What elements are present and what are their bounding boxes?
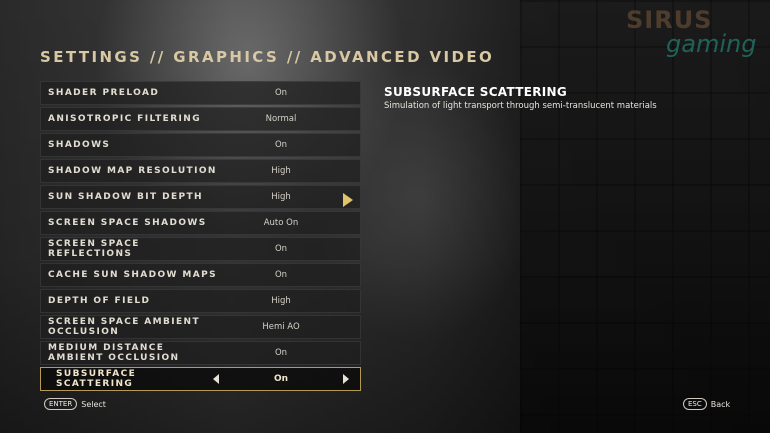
setting-value: On — [274, 88, 288, 98]
settings-menu: SHADER PRELOAD On ANISOTROPIC FILTERING … — [40, 81, 361, 393]
setting-value: On — [274, 244, 288, 254]
setting-row-screen-space-ambient-occlusion[interactable]: SCREEN SPACE AMBIENT OCCLUSION Hemi AO — [40, 315, 361, 339]
setting-row-screen-space-reflections[interactable]: SCREEN SPACE REFLECTIONS On — [40, 237, 361, 261]
description-text: Simulation of light transport through se… — [384, 101, 657, 111]
setting-row-screen-space-shadows[interactable]: SCREEN SPACE SHADOWS Auto On — [40, 211, 361, 235]
setting-value: High — [271, 166, 291, 176]
setting-label: SCREEN SPACE AMBIENT OCCLUSION — [48, 317, 201, 337]
setting-value: On — [273, 374, 289, 384]
setting-value: On — [274, 140, 288, 150]
setting-row-anisotropic-filtering[interactable]: ANISOTROPIC FILTERING Normal — [40, 107, 361, 131]
setting-value: Normal — [265, 114, 297, 124]
select-hint[interactable]: ENTER Select — [44, 398, 106, 410]
setting-value: On — [274, 348, 288, 358]
enter-key-icon: ENTER — [44, 398, 78, 410]
mouse-cursor-icon — [343, 193, 353, 207]
setting-label: SCREEN SPACE SHADOWS — [48, 218, 207, 228]
setting-label: SCREEN SPACE REFLECTIONS — [48, 239, 140, 259]
page-title: SETTINGS // GRAPHICS // ADVANCED VIDEO — [40, 48, 495, 66]
setting-label: MEDIUM DISTANCE AMBIENT OCCLUSION — [48, 343, 180, 363]
setting-row-shadow-map-resolution[interactable]: SHADOW MAP RESOLUTION High — [40, 159, 361, 183]
setting-label: SUN SHADOW BIT DEPTH — [48, 192, 203, 202]
setting-label: SHADOWS — [48, 140, 111, 150]
arrow-right-icon[interactable] — [343, 374, 349, 384]
back-hint-label: Back — [710, 399, 731, 409]
setting-row-depth-of-field[interactable]: DEPTH OF FIELD High — [40, 289, 361, 313]
setting-label: SUBSURFACE SCATTERING — [56, 369, 137, 389]
setting-value: Hemi AO — [262, 322, 300, 332]
arrow-left-icon[interactable] — [213, 374, 219, 384]
setting-label: ANISOTROPIC FILTERING — [48, 114, 202, 124]
back-hint[interactable]: ESC Back — [683, 398, 730, 410]
setting-row-cache-sun-shadow-maps[interactable]: CACHE SUN SHADOW MAPS On — [40, 263, 361, 287]
setting-row-shadows[interactable]: SHADOWS On — [40, 133, 361, 157]
setting-label: SHADER PRELOAD — [48, 88, 160, 98]
setting-label: DEPTH OF FIELD — [48, 296, 151, 306]
description-title: SUBSURFACE SCATTERING — [384, 85, 567, 99]
setting-value: High — [271, 296, 291, 306]
setting-label: CACHE SUN SHADOW MAPS — [48, 270, 218, 280]
setting-row-shader-preload[interactable]: SHADER PRELOAD On — [40, 81, 361, 105]
setting-value: On — [274, 270, 288, 280]
watermark-line2: gaming — [666, 30, 757, 58]
setting-value: Auto On — [263, 218, 299, 228]
setting-row-sun-shadow-bit-depth[interactable]: SUN SHADOW BIT DEPTH High — [40, 185, 361, 209]
select-hint-label: Select — [81, 399, 106, 409]
setting-row-medium-distance-ambient-occlusion[interactable]: MEDIUM DISTANCE AMBIENT OCCLUSION On — [40, 341, 361, 365]
watermark-logo: SIRUS gaming — [622, 4, 762, 64]
setting-value: High — [271, 192, 291, 202]
setting-label: SHADOW MAP RESOLUTION — [48, 166, 217, 176]
setting-row-subsurface-scattering[interactable]: SUBSURFACE SCATTERING On — [40, 367, 361, 391]
esc-key-icon: ESC — [683, 398, 707, 410]
